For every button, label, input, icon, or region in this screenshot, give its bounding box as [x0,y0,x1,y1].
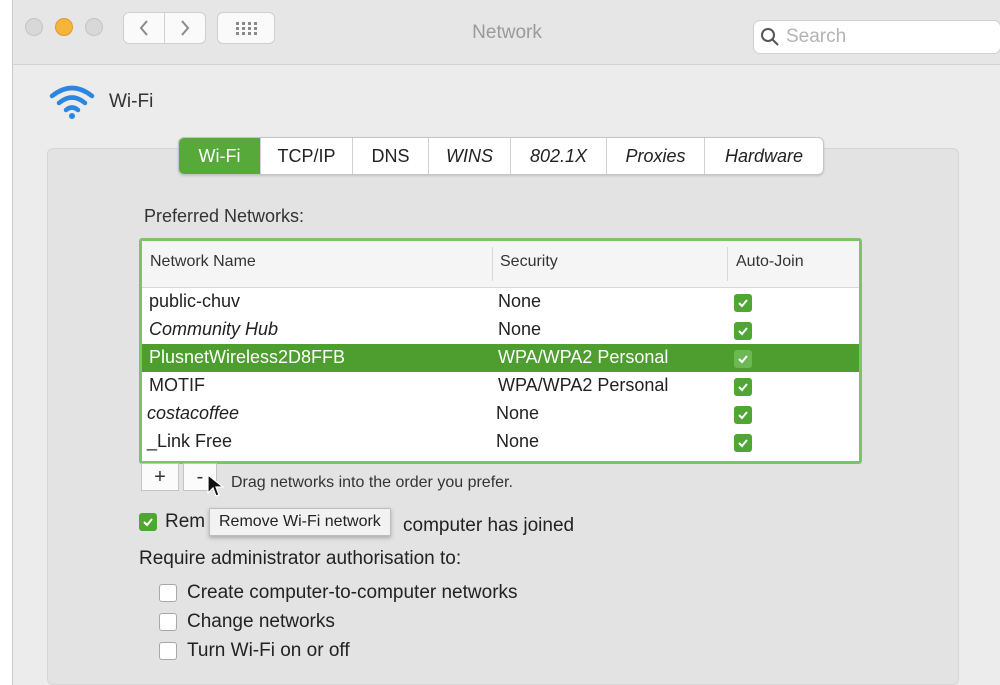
minimize-window-button[interactable] [55,18,73,36]
admin-option-change-networks[interactable]: Change networks [159,611,335,633]
zoom-window-button[interactable] [85,18,103,36]
table-row-selected[interactable]: PlusnetWireless2D8FFB WPA/WPA2 Personal [142,344,859,372]
remove-network-tooltip: Remove Wi-Fi network [209,508,391,536]
network-name-cell: _Link Free [147,431,233,451]
window-title: Network [472,22,542,43]
grid-icon [236,22,257,35]
toggle-wifi-checkbox[interactable] [159,642,177,660]
network-name-cell: MOTIF [149,375,205,395]
table-row[interactable]: Community Hub None [142,316,859,344]
table-row[interactable]: costacoffee None [142,400,859,428]
checkmark-icon [738,327,748,336]
chevron-left-icon [139,20,148,36]
security-cell: None [498,319,542,339]
tab-proxies[interactable]: Proxies [607,138,705,174]
admin-option-toggle-wifi[interactable]: Turn Wi-Fi on or off [159,640,350,662]
column-auto-join[interactable]: Auto-Join [736,253,804,271]
tab-8021x[interactable]: 802.1X [511,138,607,174]
drag-hint-text: Drag networks into the order you prefer. [231,474,513,491]
mouse-pointer-icon [207,474,225,497]
network-name-cell: public-chuv [149,291,241,311]
interface-header: Wi-Fi [49,84,153,120]
chevron-right-icon [181,20,190,36]
table-row[interactable]: MOTIF WPA/WPA2 Personal [142,372,859,400]
title-bar: Network Search [13,0,1000,65]
column-security[interactable]: Security [500,253,558,271]
create-networks-checkbox[interactable] [159,584,177,602]
toggle-wifi-label: Turn Wi-Fi on or off [187,640,350,661]
auto-join-checkbox[interactable] [734,294,752,312]
admin-option-create-networks[interactable]: Create computer-to-computer networks [159,582,518,604]
search-icon [761,28,779,46]
remember-networks-option[interactable]: Rem [139,511,205,533]
search-placeholder: Search [786,26,847,47]
checkmark-icon [738,439,748,448]
auto-join-checkbox[interactable] [734,406,752,424]
checkmark-icon [738,299,748,308]
tab-wins[interactable]: WINS [429,138,511,174]
checkmark-icon [738,383,748,392]
auto-join-checkbox[interactable] [734,322,752,340]
network-name-cell: PlusnetWireless2D8FFB [149,347,346,367]
remember-networks-label-end: computer has joined [403,515,575,536]
create-networks-label: Create computer-to-computer networks [187,582,518,603]
remember-networks-label-start: Rem [165,511,206,532]
checkmark-icon [143,518,153,527]
change-networks-checkbox[interactable] [159,613,177,631]
table-header: Network Name Security Auto-Join [142,241,859,288]
back-button[interactable] [123,12,165,44]
change-networks-label: Change networks [187,611,335,632]
interface-name: Wi-Fi [109,91,154,112]
tab-tcp-ip[interactable]: TCP/IP [261,138,353,174]
column-network-name[interactable]: Network Name [150,253,256,271]
require-admin-label: Require administrator authorisation to: [139,548,462,569]
security-cell: None [498,291,542,311]
network-preferences-window: Network Search Wi-Fi Wi-Fi TCP/IP DNS WI… [12,0,1000,685]
security-cell: WPA/WPA2 Personal [498,347,669,367]
tab-bar: Wi-Fi TCP/IP DNS WINS 802.1X Proxies Har… [178,137,824,175]
security-cell: None [496,403,540,423]
network-name-cell: Community Hub [149,319,279,339]
auto-join-checkbox[interactable] [734,378,752,396]
table-row[interactable]: public-chuv None [142,288,859,316]
security-cell: WPA/WPA2 Personal [498,375,669,395]
tab-hardware[interactable]: Hardware [705,138,823,174]
forward-button[interactable] [164,12,206,44]
close-window-button[interactable] [25,18,43,36]
tab-dns[interactable]: DNS [353,138,429,174]
remember-networks-label-end-wrap: computer has joined [403,515,574,537]
search-field[interactable]: Search [753,20,1000,54]
tab-wifi[interactable]: Wi-Fi [179,138,261,174]
remember-networks-checkbox[interactable] [139,513,157,531]
checkmark-icon [738,355,748,364]
auto-join-checkbox[interactable] [734,434,752,452]
checkmark-icon [738,411,748,420]
add-network-button[interactable]: + [141,463,179,491]
auto-join-checkbox[interactable] [734,350,752,368]
table-row[interactable]: _Link Free None [142,428,859,456]
preferred-networks-table[interactable]: Network Name Security Auto-Join public-c… [139,238,862,464]
preferred-networks-label: Preferred Networks: [144,206,305,226]
wifi-icon [49,85,95,119]
security-cell: None [496,431,540,451]
show-all-button[interactable] [217,12,275,44]
network-name-cell: costacoffee [147,403,240,423]
